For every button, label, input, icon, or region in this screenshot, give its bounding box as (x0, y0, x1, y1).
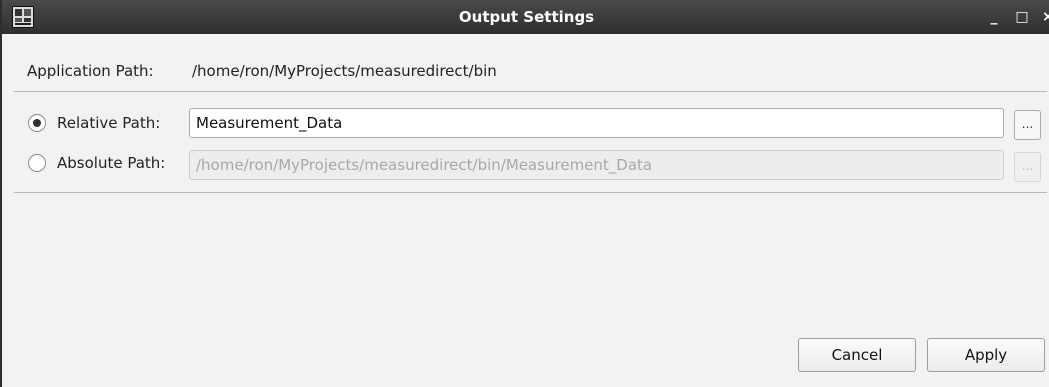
apply-button[interactable]: Apply (927, 338, 1045, 372)
relative-path-browse-button[interactable]: ... (1014, 110, 1041, 140)
divider (14, 192, 1047, 193)
divider (14, 91, 1047, 92)
absolute-path-browse-button: ... (1014, 152, 1041, 182)
maximize-icon[interactable]: □ (1012, 6, 1032, 28)
absolute-path-radio[interactable] (28, 154, 46, 172)
close-icon[interactable]: × (1038, 6, 1049, 28)
relative-path-label[interactable]: Relative Path: (57, 114, 160, 132)
relative-path-input[interactable]: Measurement_Data (189, 108, 1004, 138)
application-path-label: Application Path: (27, 62, 154, 80)
cancel-button[interactable]: Cancel (798, 338, 916, 372)
absolute-path-input: /home/ron/MyProjects/measuredirect/bin/M… (189, 150, 1004, 180)
output-settings-dialog: Output Settings _ □ × Application Path: … (0, 0, 1049, 387)
window-title: Output Settings (458, 8, 595, 26)
relative-path-radio[interactable] (28, 114, 46, 132)
application-path-value: /home/ron/MyProjects/measuredirect/bin (192, 62, 497, 80)
minimize-icon[interactable]: _ (984, 6, 1004, 28)
absolute-path-label[interactable]: Absolute Path: (57, 154, 165, 172)
title-bar[interactable]: Output Settings _ □ × (2, 0, 1049, 34)
